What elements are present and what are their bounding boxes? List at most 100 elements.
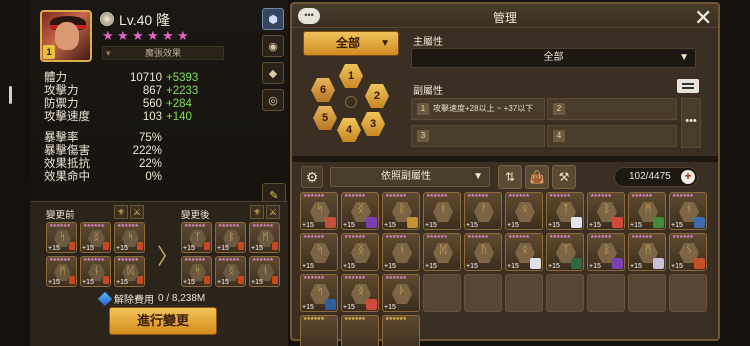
sort-order-icon[interactable]: ⇅ [498, 165, 522, 189]
after-type-icon[interactable]: ⚔ [266, 205, 280, 219]
after-rune-slot[interactable]: ★★★★★★ ᛒ +15 [215, 222, 246, 253]
rune-item[interactable]: ★★★★★★ ᚨ +15 [464, 192, 502, 230]
before-rune-slot[interactable]: ★★★★★★ ᛋ +15 [46, 222, 77, 253]
rune-item[interactable]: ★★★★★★ ᛗ +15 [628, 192, 666, 230]
sub-attr-cell-4[interactable]: 4 [547, 125, 677, 147]
rune-item[interactable]: ★★★★★★ ᛋ +15 [300, 274, 338, 312]
rune-item[interactable]: ★★★★★★ ᛝ +15 [341, 233, 379, 271]
rune-item[interactable]: ★★★★★★ ᛊ +15 [669, 233, 707, 271]
bag-icon[interactable]: 👜 [525, 165, 549, 189]
main-attr-select[interactable]: 全部 ▼ [411, 48, 696, 68]
rune-item[interactable]: ★★★★★★ ᛒ +15 [587, 233, 625, 271]
grind-tab-icon[interactable]: ◎ [262, 89, 284, 111]
after-rune-slot[interactable]: ★★★★★★ ᛉ +15 [181, 222, 212, 253]
rune-item[interactable]: ★★★★★★ ᛒ +15 [587, 192, 625, 230]
rune-item[interactable]: ★★★★★★ ᚦ +15 [382, 274, 420, 312]
rune-item[interactable]: ★★★★★★ ᚾ +15 [382, 233, 420, 271]
gear-icon[interactable]: ⚙ [301, 166, 323, 188]
close-icon[interactable]: ✕ [694, 5, 712, 31]
empty-rune-slot[interactable] [423, 274, 461, 312]
star-icon: ★ [147, 28, 159, 43]
empty-rune-slot[interactable] [505, 274, 543, 312]
gem-tab-icon[interactable]: ◆ [262, 62, 284, 84]
sub-attr-cell-2[interactable]: 2 [547, 98, 677, 120]
rune-item[interactable]: ★★★★★★ ᚾ +15 [669, 192, 707, 230]
menu-icon[interactable] [677, 79, 699, 93]
rune-stars: ★★★★★★ [426, 234, 448, 240]
slot-4-button[interactable]: 4 [337, 118, 361, 142]
all-filter-button[interactable]: 全部 ▼ [303, 31, 399, 56]
artifact-tab-icon[interactable]: ◉ [262, 35, 284, 57]
rune-glyph: ᛝ [357, 285, 365, 297]
rune-item[interactable]: ★★★★★★ ᛉ +15 [546, 233, 584, 271]
sort-select[interactable]: 依照副屬性 ▼ [330, 167, 490, 187]
before-set-icon[interactable]: ⚜ [114, 205, 128, 219]
stat-value: 10710 [130, 72, 162, 84]
equipped-monster-icon [325, 299, 336, 310]
after-rune-slot[interactable]: ★★★★★★ ᚾ +15 [249, 256, 280, 287]
hero-portrait[interactable]: 1 [40, 10, 92, 62]
rune-item[interactable]: ★★★★★★ ᛋ +15 [300, 233, 338, 271]
rune-glyph: ᛒ [603, 203, 611, 215]
rune-stars: ★★★★★★ [344, 193, 366, 199]
rune-stars: ★★★★★★ [344, 275, 366, 281]
rune-stars: ★★★★★★ [303, 316, 325, 322]
sub-attr-cell-1[interactable]: 1 攻擊速度+28以上 ~ +37以下 [411, 98, 545, 120]
after-rune-slot[interactable]: ★★★★★★ ᛝ +15 [215, 256, 246, 287]
slot-5-button[interactable]: 5 [313, 106, 337, 130]
rune-glyph: ᛋ [316, 203, 324, 215]
before-rune-slot[interactable]: ★★★★★★ ᛋ +15 [114, 222, 145, 253]
before-rune-slot[interactable]: ★★★★★★ ᚾ +15 [80, 256, 111, 287]
after-set-icon[interactable]: ⚜ [250, 205, 264, 219]
rune-item[interactable]: ★★★★★★ ᛟ +15 [505, 233, 543, 271]
rune-level: +15 [425, 222, 437, 229]
stat-row-crit-rate: 暴擊率 75% [44, 132, 234, 145]
stat-label: 效果抵抗 [44, 158, 90, 170]
rune-level: +15 [671, 263, 683, 270]
empty-rune-slot[interactable] [628, 274, 666, 312]
empty-rune-slot[interactable] [669, 274, 707, 312]
rune-item[interactable]: ★★★★★★ ᛋ +15 [300, 192, 338, 230]
equipped-monster-icon [612, 217, 623, 228]
rune-item[interactable]: ★★★★★★ ᛉ +15 [546, 192, 584, 230]
before-type-icon[interactable]: ⚔ [130, 205, 144, 219]
edge-handle[interactable] [9, 86, 12, 104]
rune-glyph: ᛗ [644, 203, 652, 215]
sub-attr-cell-3[interactable]: 3 [411, 125, 545, 147]
sub-attr-more-button[interactable]: ••• [681, 98, 701, 148]
rune-item[interactable]: ★★★★★★ ᚢ +15 [464, 233, 502, 271]
crosshair-icon [345, 96, 357, 108]
slot-2-button[interactable]: 2 [365, 84, 389, 108]
rune-item[interactable]: ★★★★★★ [300, 315, 338, 346]
rune-level: +15 [343, 304, 355, 311]
rune-item[interactable]: ★★★★★★ [382, 315, 420, 346]
slot-1-button[interactable]: 1 [339, 64, 363, 88]
rune-item[interactable]: ★★★★★★ ᛞ +15 [423, 233, 461, 271]
rune-item[interactable]: ★★★★★★ [341, 315, 379, 346]
rune-level: +15 [466, 222, 478, 229]
empty-rune-slot[interactable] [587, 274, 625, 312]
slot-3-button[interactable]: 3 [361, 112, 385, 136]
execute-change-button[interactable]: 進行變更 [109, 307, 217, 335]
rune-item[interactable]: ★★★★★★ ᛗ +15 [628, 233, 666, 271]
skill-effect-tag[interactable]: ▾ 魔張效果 [102, 46, 224, 60]
empty-rune-slot[interactable] [464, 274, 502, 312]
slot-6-button[interactable]: 6 [311, 78, 335, 102]
hammer-icon[interactable]: ⚒ [552, 165, 576, 189]
after-rune-slot[interactable]: ★★★★★★ ᛗ +15 [249, 222, 280, 253]
star-icon: ★ [162, 28, 174, 43]
after-rune-slot[interactable]: ★★★★★★ ᛋ +15 [181, 256, 212, 287]
rune-item[interactable]: ★★★★★★ ᛟ +15 [505, 192, 543, 230]
rune-item[interactable]: ★★★★★★ ᛝ +15 [341, 192, 379, 230]
rune-item[interactable]: ★★★★★★ ᛝ +15 [341, 274, 379, 312]
rune-item[interactable]: ★★★★★★ ᚼ +15 [423, 192, 461, 230]
rune-stars: ★★★★★★ [508, 193, 530, 199]
expand-storage-button[interactable]: + [681, 170, 695, 184]
rune-item[interactable]: ★★★★★★ ᚱ +15 [382, 192, 420, 230]
before-rune-slot[interactable]: ★★★★★★ ᛝ +15 [80, 222, 111, 253]
empty-rune-slot[interactable] [546, 274, 584, 312]
before-rune-slot[interactable]: ★★★★★★ ᛞ +15 [114, 256, 145, 287]
star-icon: ★ [177, 28, 189, 43]
rune-tab-icon[interactable]: ⬢ [262, 8, 284, 30]
before-rune-slot[interactable]: ★★★★★★ ᛗ +15 [46, 256, 77, 287]
